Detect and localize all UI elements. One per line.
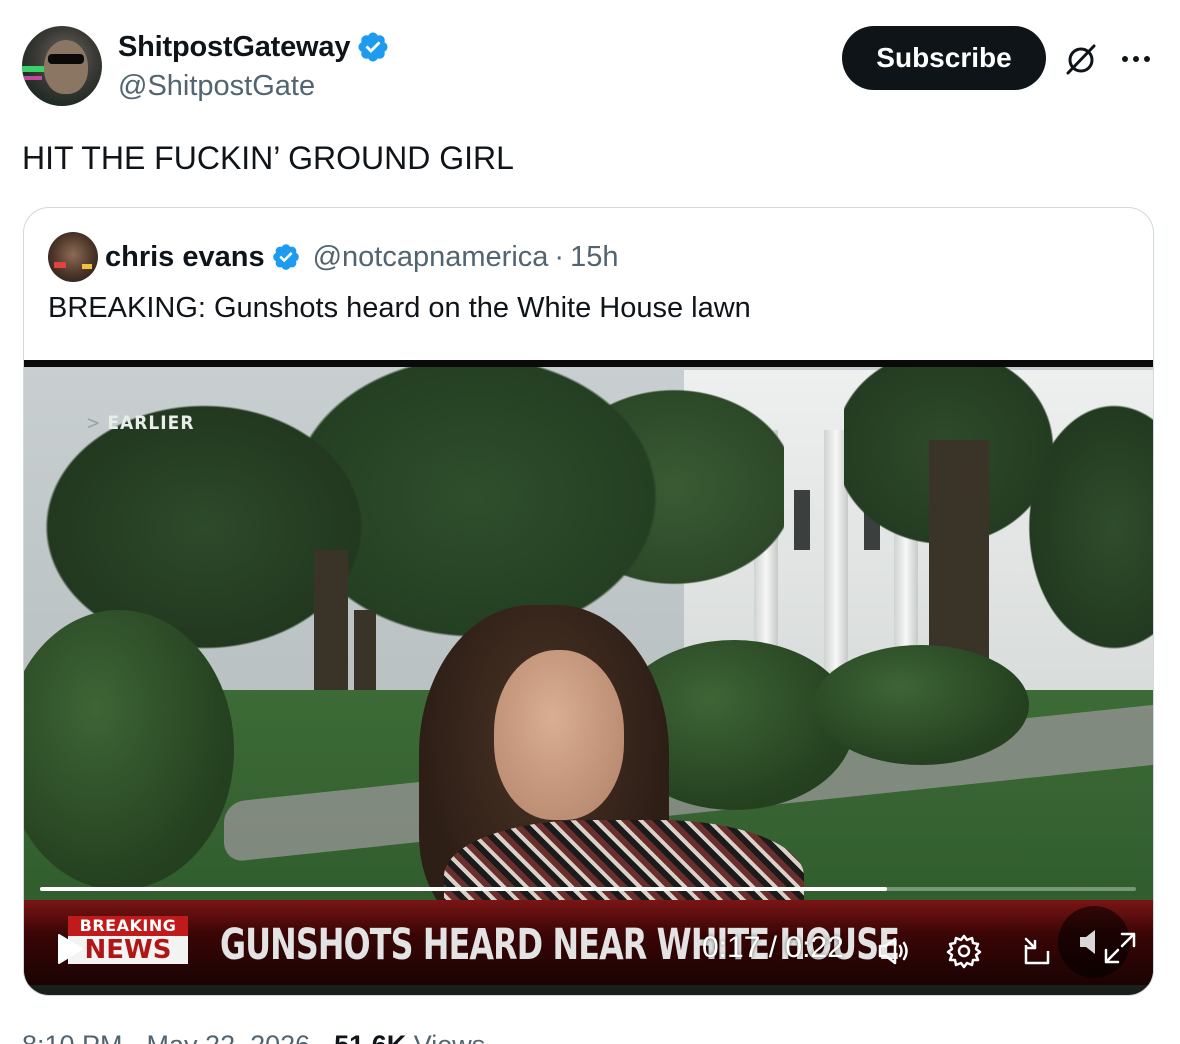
subscribe-button[interactable]: Subscribe (842, 26, 1046, 90)
video-scene-bush (814, 645, 1029, 765)
quoted-post-header: chris evans @notcapnamerica · 15h (48, 232, 618, 282)
view-count: 51.6K (334, 1030, 406, 1044)
earlier-text: EARLIER (107, 412, 195, 434)
grok-icon[interactable] (1062, 40, 1100, 78)
avatar-background-stripe-2 (24, 76, 42, 80)
quoted-author-avatar[interactable] (48, 232, 98, 282)
post-timestamp[interactable]: 8:10 PM · May 22, 2026 · (22, 1030, 334, 1044)
verified-badge-icon (358, 32, 388, 62)
quoted-post-card[interactable]: chris evans @notcapnamerica · 15h BREAKI… (23, 207, 1154, 996)
avatar-face (44, 40, 88, 94)
fullscreen-icon[interactable] (1100, 928, 1140, 968)
avatar-accent (54, 262, 66, 268)
author-handle[interactable]: @ShitpostGate (118, 70, 315, 103)
quoted-post-text: BREAKING: Gunshots heard on the White Ho… (48, 292, 751, 324)
news-text: NEWS (68, 936, 188, 964)
video-progress-fill (40, 887, 887, 891)
quoted-author-handle[interactable]: @notcapnamerica (313, 241, 549, 274)
more-dot (1133, 56, 1139, 62)
avatar-background-stripe (22, 66, 46, 72)
avatar-sunglasses (48, 54, 84, 64)
picture-in-picture-icon[interactable] (1018, 931, 1058, 971)
author-name-row[interactable]: ShitpostGateway (118, 30, 390, 64)
views-label: Views (406, 1030, 486, 1044)
volume-icon[interactable] (874, 931, 914, 971)
earlier-tag: > EARLIER (86, 412, 195, 434)
video-player[interactable]: > EARLIER BREAKING NEWS GUNSHOTS HEARD NE… (24, 360, 1153, 995)
more-dot (1144, 56, 1150, 62)
avatar-accent-2 (82, 264, 92, 269)
play-icon[interactable] (56, 933, 84, 965)
more-icon[interactable] (1116, 44, 1156, 74)
video-scene-reporter-face (494, 650, 624, 820)
video-top-bar (24, 360, 1153, 367)
verified-badge-icon (272, 244, 299, 270)
white-house-window (794, 490, 810, 550)
quoted-verified-wrap (271, 242, 301, 272)
post-footer-meta: 8:10 PM · May 22, 2026 · 51.6K Views (22, 1030, 485, 1044)
author-avatar[interactable] (22, 26, 102, 106)
quoted-author-name[interactable]: chris evans (105, 241, 265, 274)
more-dot (1122, 56, 1128, 62)
quoted-separator: · (554, 240, 565, 273)
settings-icon[interactable] (944, 931, 984, 971)
breaking-text: BREAKING (68, 916, 188, 936)
post-text: HIT THE FUCKIN’ GROUND GIRL (22, 140, 514, 176)
chevron-right-icon: > (86, 412, 102, 434)
video-progress-bar[interactable] (40, 887, 1136, 891)
quoted-timestamp[interactable]: 15h (570, 241, 618, 274)
post-header: ShitpostGateway @ShitpostGate Subscribe (22, 26, 1162, 106)
author-name[interactable]: ShitpostGateway (118, 31, 350, 64)
video-time-display: 0:17 / 0:22 (702, 931, 844, 964)
